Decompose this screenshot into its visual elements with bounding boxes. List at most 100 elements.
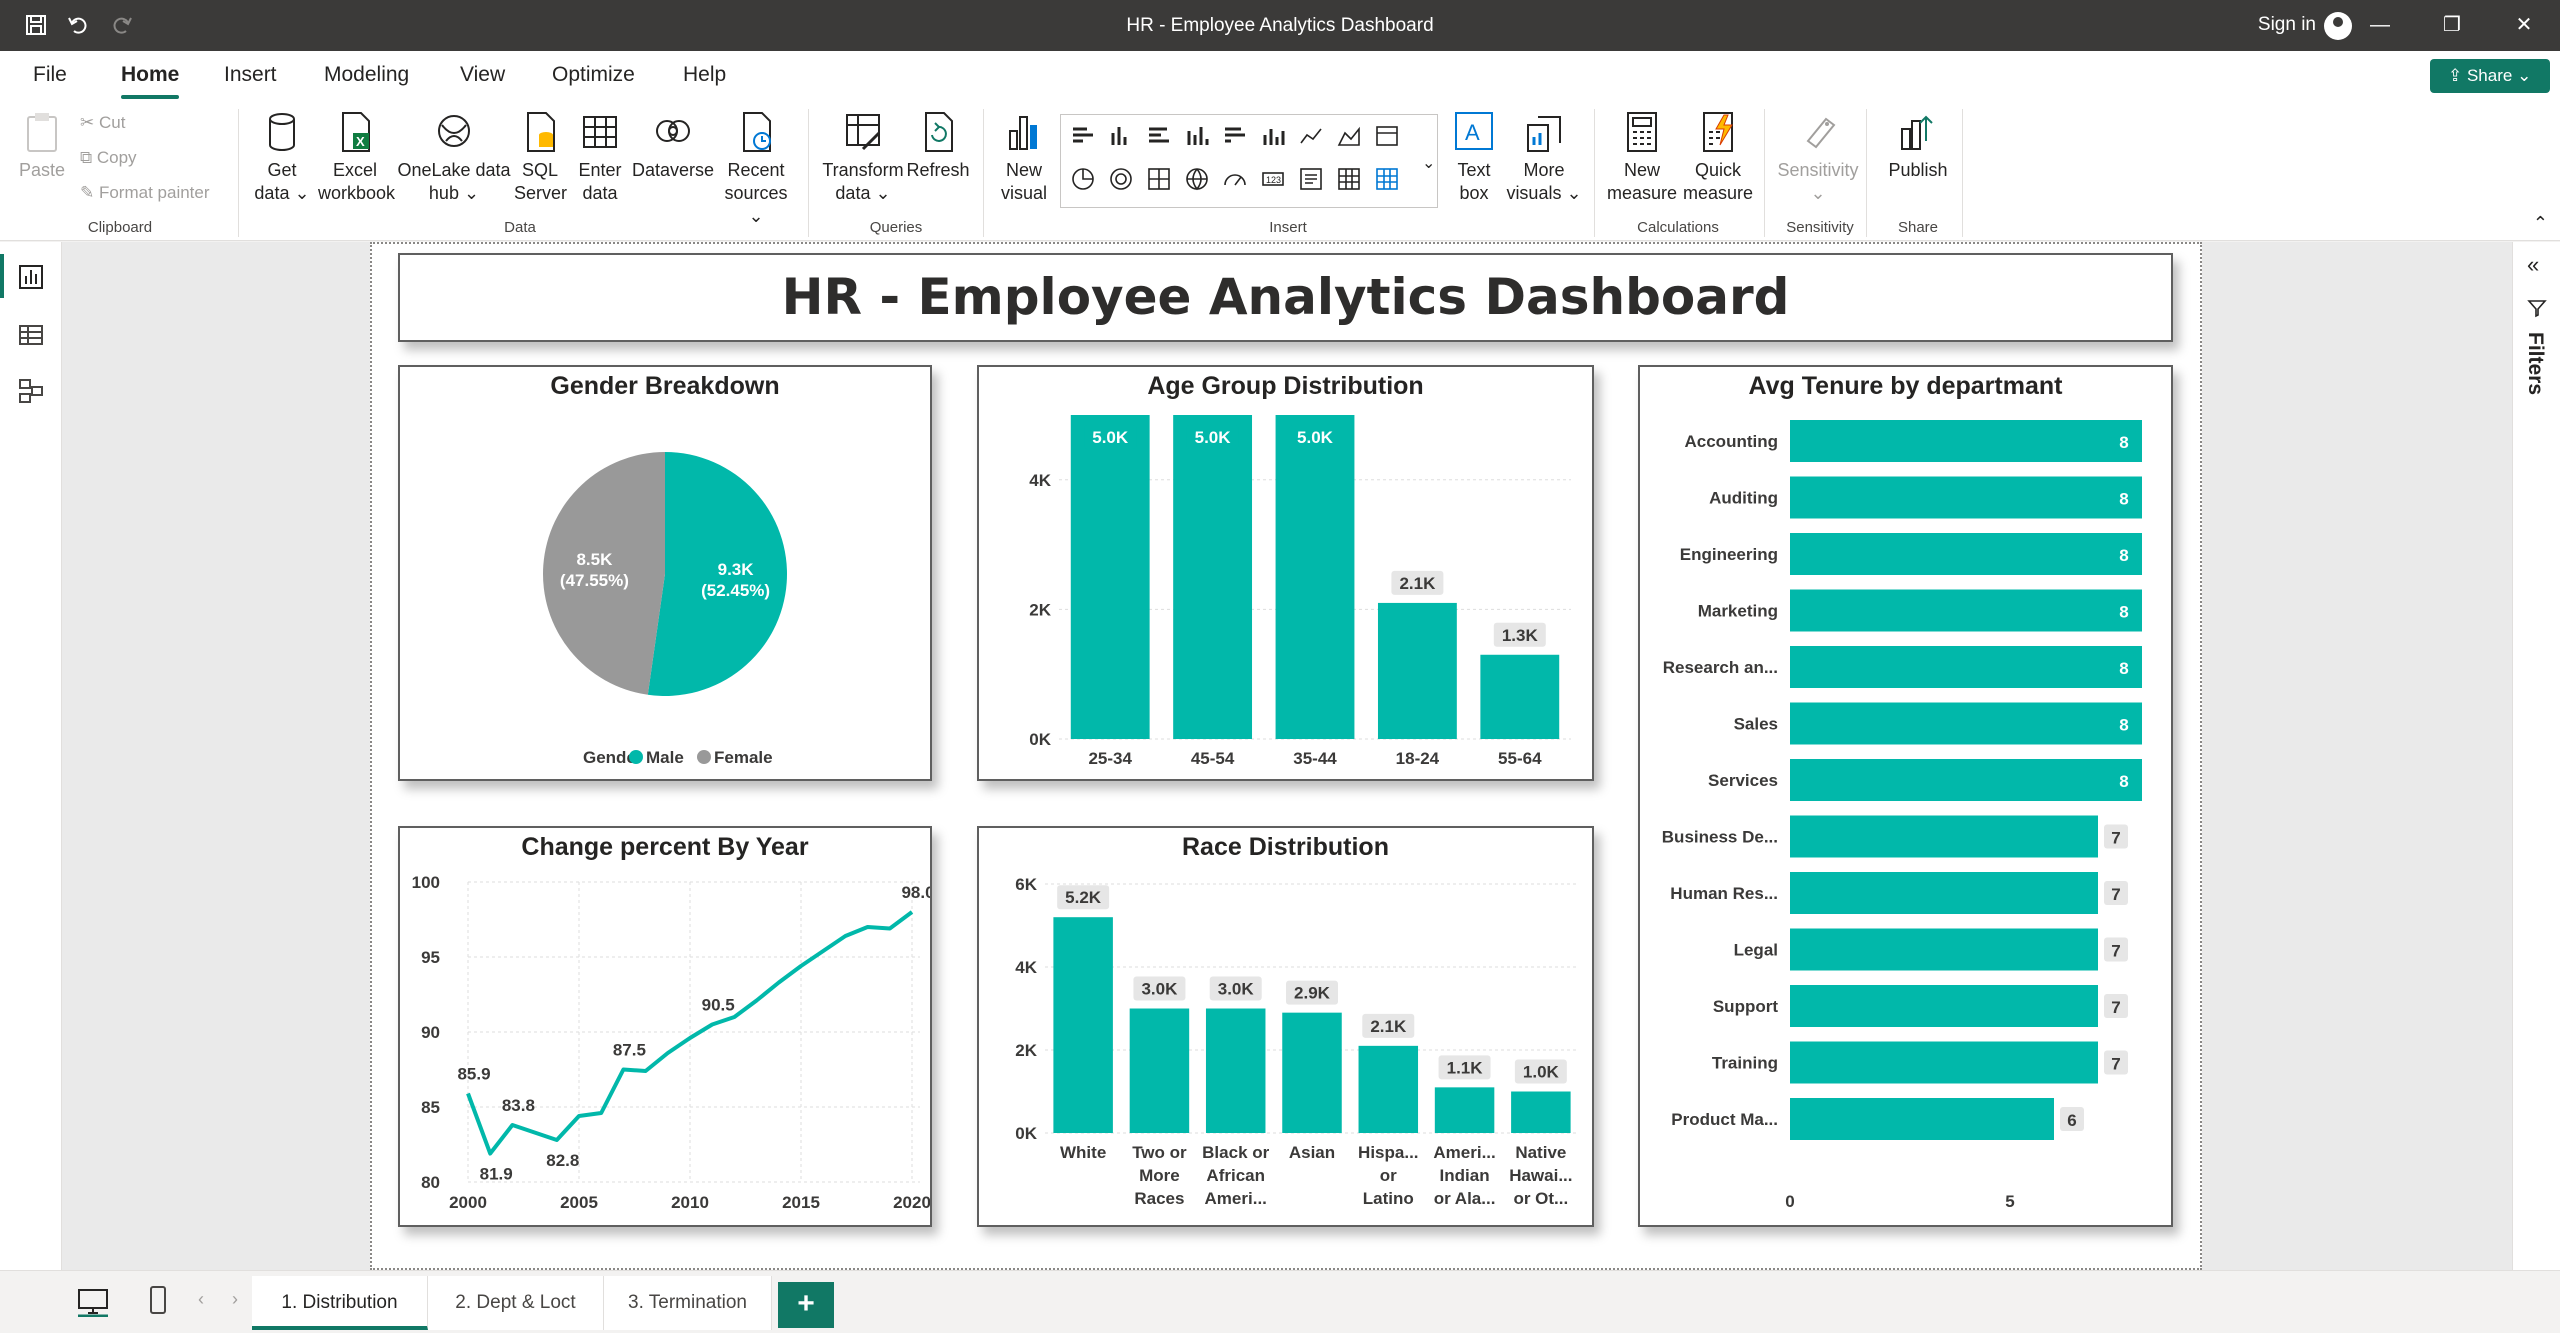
report-view-icon[interactable] <box>16 262 46 292</box>
bar[interactable] <box>1790 759 2142 801</box>
sql-server-button[interactable]: SQL Server <box>514 111 567 205</box>
bar[interactable] <box>1275 415 1355 739</box>
cut-button[interactable]: ✂ Cut <box>80 113 125 133</box>
calculator-icon <box>1627 112 1657 152</box>
excel-workbook-button[interactable]: X Excel workbook <box>318 111 395 205</box>
add-page-button[interactable]: + <box>778 1282 834 1328</box>
page-tab-termination[interactable]: 3. Termination <box>604 1276 772 1330</box>
x-tick-label: 2000 <box>449 1193 487 1212</box>
gallery-expand-icon[interactable]: ⌄ <box>1422 153 1435 173</box>
minimize-icon[interactable]: — <box>2344 0 2416 51</box>
bar[interactable] <box>1434 1087 1495 1133</box>
tab-file[interactable]: File <box>33 63 67 87</box>
refresh-button[interactable]: Refresh <box>906 111 970 182</box>
onelake-data-hub-button[interactable]: OneLake data hub ⌄ <box>396 111 512 205</box>
gender-pie-chart[interactable]: 9.3K (52.45%) 8.5K (47.55%) Gender Male … <box>400 367 930 779</box>
avg-tenure-card[interactable]: Avg Tenure by depart​mant Accounting 8 Aud… <box>1638 365 2173 1227</box>
bar[interactable] <box>1480 654 1560 739</box>
bar[interactable] <box>1205 1008 1266 1134</box>
age-group-card[interactable]: Age Group Distribution 0K 2K 4K 5.0K 25-34 5.… <box>977 365 1594 781</box>
scroll-right-icon[interactable]: › <box>232 1289 238 1310</box>
bar[interactable] <box>1173 415 1253 739</box>
visuals-gallery[interactable]: 123 <box>1060 114 1438 208</box>
bar[interactable] <box>1053 917 1113 1133</box>
expand-filters-icon[interactable]: « <box>2527 252 2539 278</box>
desktop-layout-icon[interactable] <box>76 1287 110 1317</box>
model-view-icon[interactable] <box>16 376 46 406</box>
recent-sources-button[interactable]: Recent sources ⌄ <box>716 111 796 228</box>
new-visual-button[interactable]: New visual <box>994 111 1054 205</box>
avg-tenure-bar-chart[interactable]: Accounting 8 Auditing 8 Engineering 8 Marketin… <box>1640 367 2171 1225</box>
bar[interactable] <box>1790 476 2142 519</box>
tab-insert[interactable]: Insert <box>224 63 277 87</box>
bar[interactable] <box>1511 1091 1571 1134</box>
transform-data-button[interactable]: Transform data ⌄ <box>822 111 904 205</box>
bar[interactable] <box>1282 1012 1342 1133</box>
save-icon[interactable] <box>24 13 48 37</box>
redo-icon[interactable] <box>110 13 134 37</box>
gender-breakdown-card[interactable]: Gender Breakdown 9.3K (52.45%) 8.5K (47.… <box>398 365 932 781</box>
group-label-queries: Queries <box>869 219 923 236</box>
change-percent-card[interactable]: Change percent By Year 80 85 90 95 100 2000 20… <box>398 826 932 1227</box>
enter-data-button[interactable]: Enter data <box>572 111 628 205</box>
format-painter-button[interactable]: ✎ Format painter <box>80 183 210 203</box>
new-measure-button[interactable]: New measure <box>1604 111 1680 205</box>
bar[interactable] <box>1790 815 2098 858</box>
age-group-bar-chart[interactable]: 0K 2K 4K 5.0K 25-34 5.0K 45-54 5.0K 35-44 2.1K 18-… <box>979 367 1592 779</box>
change-percent-line-chart[interactable]: 80 85 90 95 100 2000 2005 2010 2015 2020 85.9 81.9 8… <box>400 828 930 1225</box>
bar[interactable] <box>1790 1041 2098 1084</box>
bar[interactable] <box>1790 872 2098 914</box>
filters-label: Filters <box>2524 332 2547 396</box>
visual-type-icons[interactable]: 123 <box>1061 115 1437 207</box>
bar[interactable] <box>1790 646 2142 688</box>
bar[interactable] <box>1790 928 2098 971</box>
paste-button[interactable]: Paste <box>14 111 70 182</box>
active-tab-indicator <box>121 95 179 99</box>
mobile-layout-icon[interactable] <box>148 1285 168 1317</box>
quick-measure-button[interactable]: Quick measure <box>1680 111 1756 205</box>
get-data-button[interactable]: Get data ⌄ <box>254 111 310 205</box>
bar[interactable] <box>1790 702 2142 745</box>
copy-button[interactable]: ⧉ Copy <box>80 148 137 168</box>
dataverse-button[interactable]: Dataverse <box>628 111 718 182</box>
data-label: 7 <box>2111 998 2120 1017</box>
bar[interactable] <box>1790 1098 2054 1140</box>
table-view-icon[interactable] <box>16 320 46 350</box>
restore-icon[interactable]: ❐ <box>2416 0 2488 51</box>
sign-in-link[interactable]: Sign in <box>2258 14 2316 36</box>
race-bar-chart[interactable]: 0K 2K 4K 6K 5.2K White 3.0K Two or More Races 3.0K… <box>979 828 1592 1225</box>
bar[interactable] <box>1790 985 2098 1027</box>
bar[interactable] <box>1377 602 1457 739</box>
publish-button[interactable]: Publish <box>1878 111 1958 182</box>
sensitivity-button[interactable]: Sensitivity ⌄ <box>1776 111 1860 205</box>
more-visuals-button[interactable]: More visuals ⌄ <box>1504 111 1584 205</box>
bar[interactable] <box>1790 533 2142 575</box>
bar[interactable] <box>1790 589 2142 632</box>
share-button[interactable]: ⇪ Share ⌄ <box>2430 59 2550 93</box>
tab-optimize[interactable]: Optimize <box>552 63 635 87</box>
dashboard-title-card[interactable]: HR - Employee Analytics Dashboard <box>398 253 2173 342</box>
legend-label-male[interactable]: Male <box>646 748 684 767</box>
text-box-button[interactable]: A Text box <box>1444 111 1504 205</box>
bar[interactable] <box>1358 1045 1419 1133</box>
close-icon[interactable]: ✕ <box>2488 0 2560 51</box>
tab-modeling[interactable]: Modeling <box>324 63 409 87</box>
bar[interactable] <box>1790 420 2142 462</box>
collapse-ribbon-icon[interactable]: ⌃ <box>2533 213 2548 234</box>
undo-icon[interactable] <box>66 13 90 37</box>
legend-label-female[interactable]: Female <box>714 748 773 767</box>
filters-pane[interactable]: « Filters <box>2512 242 2560 1270</box>
chevron-down-icon: ⌄ <box>458 183 480 203</box>
bar[interactable] <box>1070 415 1150 739</box>
tab-home[interactable]: Home <box>121 63 179 87</box>
race-distribution-card[interactable]: Race Distribution 0K 2K 4K 6K 5.2K White 3.0K T… <box>977 826 1594 1227</box>
scroll-left-icon[interactable]: ‹ <box>198 1289 204 1310</box>
tab-help[interactable]: Help <box>683 63 726 87</box>
bar[interactable] <box>1129 1008 1190 1134</box>
data-label-female-pct: (47.55%) <box>560 571 629 590</box>
page-tab-distribution[interactable]: 1. Distribution <box>252 1276 428 1330</box>
page-tab-dept-loct[interactable]: 2. Dept & Loct <box>428 1276 604 1330</box>
tab-view[interactable]: View <box>460 63 505 87</box>
dashboard-title: HR - Employee Analytics Dashboard <box>781 268 1790 326</box>
x-tick-label: 2015 <box>782 1193 820 1212</box>
